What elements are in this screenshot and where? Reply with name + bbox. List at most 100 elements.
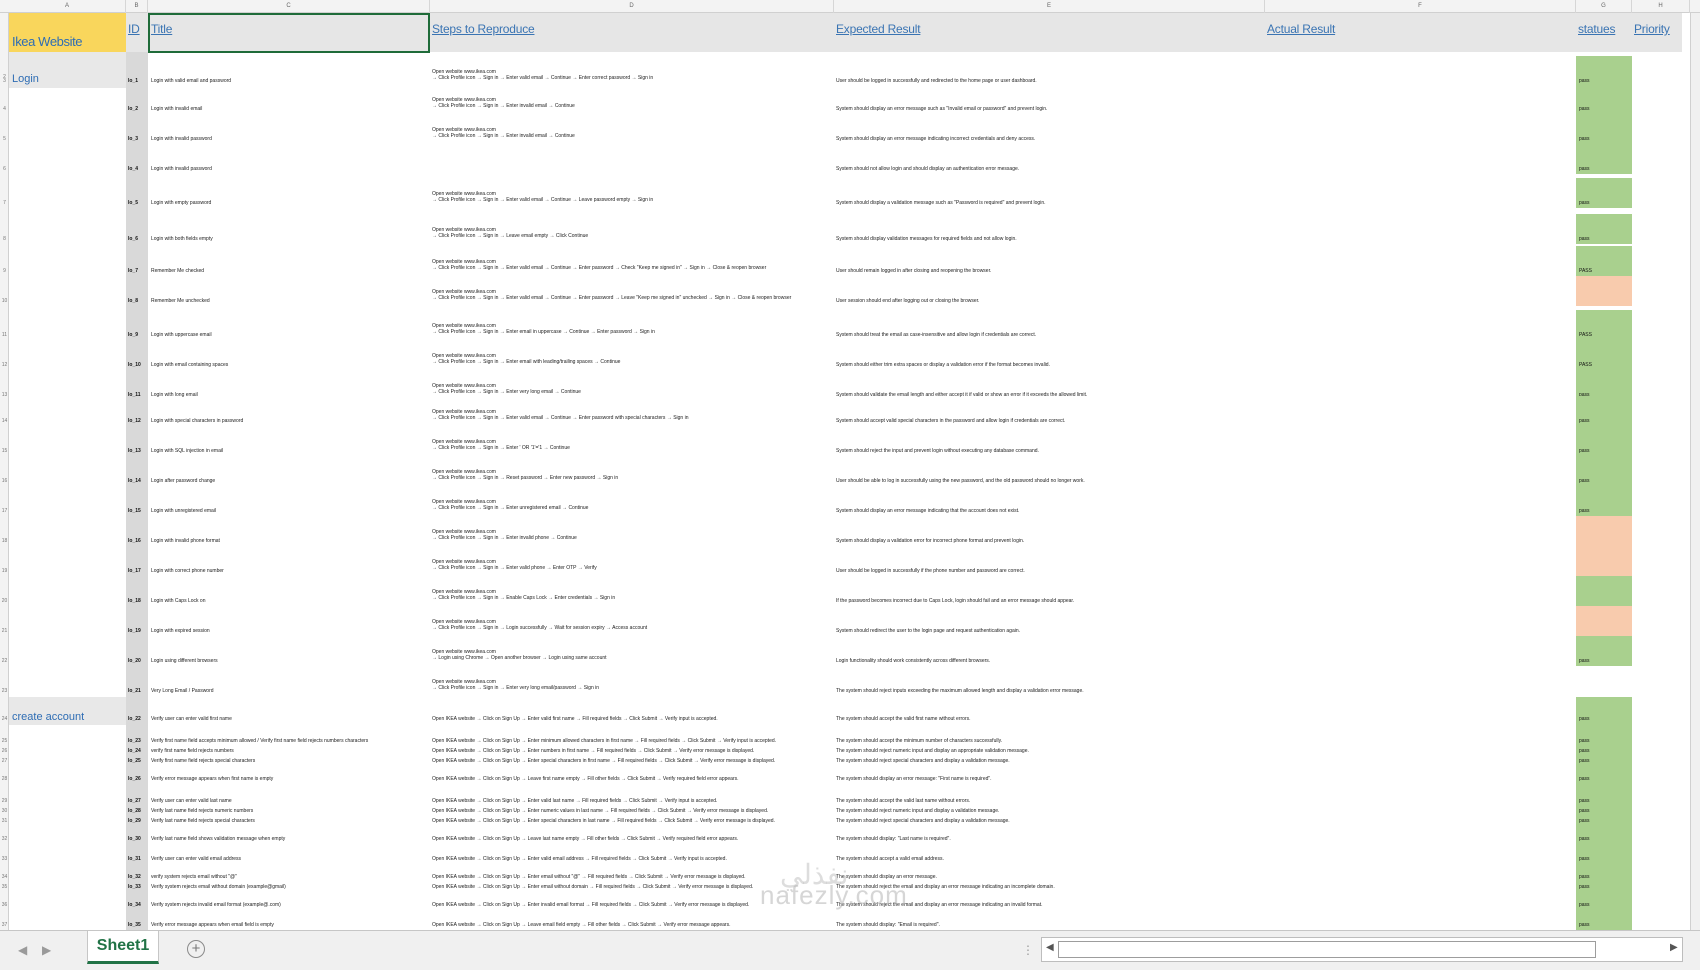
test-case-expected[interactable]: Login functionality should work consiste… [836,658,1261,664]
test-case-title[interactable]: Very Long Email / Password [151,688,426,694]
test-case-title[interactable]: Verify last name field rejects numeric n… [151,808,426,814]
test-case-title[interactable]: Login using different browsers [151,658,426,664]
row-number[interactable]: 23 [0,688,9,694]
test-case-id[interactable]: lo_24 [128,748,141,754]
column-letter-f[interactable]: F [1265,0,1576,13]
test-case-title[interactable]: Login after password change [151,478,426,484]
test-case-title[interactable]: Login with invalid password [151,166,426,172]
test-case-id[interactable]: lo_22 [128,716,141,722]
sheet-tab-sheet1[interactable]: Sheet1 [87,931,159,964]
column-letter-a[interactable]: A [9,0,126,13]
test-case-steps[interactable]: Open website www.ikea.com → Click Profil… [432,619,830,631]
status-cell[interactable] [1576,516,1632,546]
test-case-expected[interactable]: System should display an error message i… [836,508,1261,514]
row-number[interactable]: 29 [0,798,9,804]
test-case-expected[interactable]: System should display a validation messa… [836,200,1261,206]
row-number[interactable]: 18 [0,538,9,544]
column-letter-e[interactable]: E [834,0,1265,13]
test-case-title[interactable]: Login with correct phone number [151,568,426,574]
test-case-id[interactable]: lo_27 [128,798,141,804]
test-case-id[interactable]: lo_14 [128,478,141,484]
test-case-steps[interactable]: Open IKEA website → Click on Sign Up → E… [432,808,830,814]
test-case-steps[interactable]: Open IKEA website → Click on Sign Up → L… [432,776,830,782]
test-case-steps[interactable]: Open website www.ikea.com → Click Profil… [432,323,830,335]
test-case-title[interactable]: Login with empty password [151,200,426,206]
test-case-title[interactable]: Verify user can enter valid email addres… [151,856,426,862]
row-number[interactable]: 19 [0,568,9,574]
test-case-title[interactable]: verify first name field rejects numbers [151,748,426,754]
add-sheet-button[interactable]: + [187,940,205,958]
test-case-expected[interactable]: The system should accept a valid email a… [836,856,1261,862]
test-case-expected[interactable]: If the password becomes incorrect due to… [836,598,1261,604]
status-cell[interactable] [1576,276,1632,306]
test-case-steps[interactable]: Open website www.ikea.com → Click Profil… [432,127,830,139]
row-number[interactable]: 4 [0,106,9,112]
header-steps-label[interactable]: Steps to Reproduce [432,22,535,36]
test-case-title[interactable]: Verify last name field shows validation … [151,836,426,842]
test-case-expected[interactable]: The system should reject special charact… [836,758,1261,764]
test-case-id[interactable]: lo_30 [128,836,141,842]
test-case-title[interactable]: Login with uppercase email [151,332,426,338]
row-number[interactable]: 35 [0,884,9,890]
test-case-steps[interactable]: Open website www.ikea.com → Click Profil… [432,191,830,203]
test-case-id[interactable]: lo_10 [128,362,141,368]
test-case-title[interactable]: Login with both fields empty [151,236,426,242]
test-case-expected[interactable]: System should accept valid special chara… [836,418,1261,424]
test-case-title[interactable]: Verify first name field rejects special … [151,758,426,764]
test-case-expected[interactable]: System should validate the email length … [836,392,1261,398]
test-case-steps[interactable]: Open website www.ikea.com → Click Profil… [432,469,830,481]
test-case-id[interactable]: lo_26 [128,776,141,782]
row-number[interactable]: 34 [0,874,9,880]
test-case-steps[interactable]: Open website www.ikea.com → Click Profil… [432,409,830,421]
row-number[interactable]: 36 [0,902,9,908]
row-number[interactable]: 6 [0,166,9,172]
test-case-id[interactable]: lo_7 [128,268,138,274]
column-letter-g[interactable]: G [1576,0,1632,13]
test-case-expected[interactable]: User should be logged in successfully if… [836,568,1261,574]
test-case-expected[interactable]: The system should display: "Last name is… [836,836,1261,842]
test-case-expected[interactable]: User should be able to log in successful… [836,478,1261,484]
test-case-steps[interactable]: Open website www.ikea.com → Click Profil… [432,439,830,451]
test-case-title[interactable]: Login with SQL injection in email [151,448,426,454]
test-case-steps[interactable]: Open IKEA website → Click on Sign Up → E… [432,818,830,824]
test-case-id[interactable]: lo_33 [128,884,141,890]
header-priority-label[interactable]: Priority [1634,22,1670,36]
row-number[interactable]: 13 [0,392,9,398]
header-id-label[interactable]: ID [128,22,140,36]
test-case-id[interactable]: lo_16 [128,538,141,544]
test-case-title[interactable]: verify system rejects email without "@" [151,874,426,880]
test-case-expected[interactable]: The system should display: "Email is req… [836,922,1261,928]
test-case-expected[interactable]: System should display an error message s… [836,106,1261,112]
row-number[interactable]: 16 [0,478,9,484]
test-case-title[interactable]: Login with valid email and password [151,78,426,84]
test-case-title[interactable]: Login with invalid password [151,136,426,142]
test-case-expected[interactable]: System should either trim extra spaces o… [836,362,1261,368]
vertical-scrollbar[interactable] [1690,13,1700,930]
row-number[interactable]: 25 [0,738,9,744]
horizontal-scrollbar[interactable]: ◀ ▶ [1041,937,1683,962]
test-case-id[interactable]: lo_20 [128,658,141,664]
test-case-id[interactable]: lo_6 [128,236,138,242]
test-case-expected[interactable]: System should treat the email as case-in… [836,332,1261,338]
tab-splitter-handle[interactable]: ⋮ [1022,943,1034,957]
test-case-steps[interactable]: Open website www.ikea.com → Click Profil… [432,69,830,81]
test-case-steps[interactable]: Open IKEA website → Click on Sign Up → E… [432,758,830,764]
column-letter-d[interactable]: D [430,0,834,13]
test-case-title[interactable]: Verify error message appears when first … [151,776,426,782]
test-case-steps[interactable]: Open IKEA website → Click on Sign Up → E… [432,856,830,862]
row-number[interactable]: 28 [0,776,9,782]
test-case-title[interactable]: Verify system rejects email without doma… [151,884,426,890]
test-case-id[interactable]: lo_31 [128,856,141,862]
test-case-title[interactable]: Remember Me unchecked [151,298,426,304]
row-number[interactable]: 10 [0,298,9,304]
row-number[interactable]: 32 [0,836,9,842]
column-letter-b[interactable]: B [126,0,148,13]
test-case-id[interactable]: lo_4 [128,166,138,172]
test-case-expected[interactable]: The system should accept the valid first… [836,716,1261,722]
test-case-id[interactable]: lo_29 [128,818,141,824]
test-case-id[interactable]: lo_35 [128,922,141,928]
test-case-steps[interactable]: Open website www.ikea.com → Click Profil… [432,679,830,691]
row-number[interactable]: 26 [0,748,9,754]
test-case-steps[interactable]: Open IKEA website → Click on Sign Up → E… [432,798,830,804]
test-case-id[interactable]: lo_5 [128,200,138,206]
